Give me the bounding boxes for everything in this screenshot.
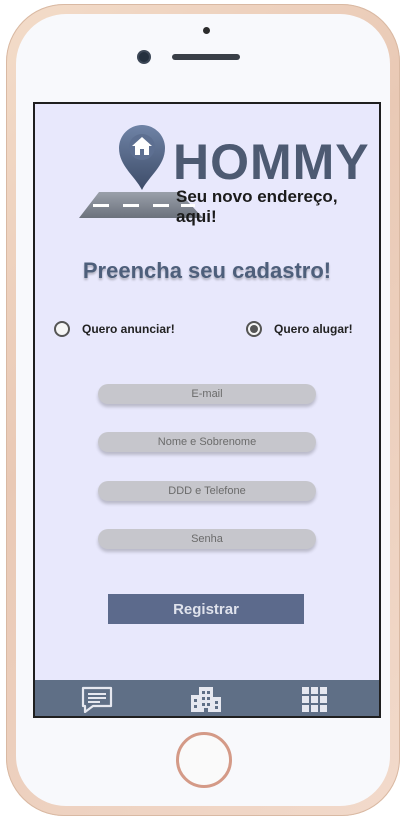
- bottom-nav-bar: [35, 680, 379, 716]
- tab-menu[interactable]: [297, 685, 333, 713]
- tab-properties[interactable]: [188, 685, 224, 713]
- radio-dot-icon: [250, 325, 258, 333]
- app-screen: HOMMY Seu novo endereço, aqui! Preencha …: [33, 102, 381, 718]
- front-sensor: [203, 27, 210, 34]
- brand-name: HOMMY: [173, 134, 370, 190]
- radio-selected-icon[interactable]: [246, 321, 262, 337]
- full-name-field[interactable]: [98, 432, 316, 452]
- phone-field[interactable]: [98, 481, 316, 501]
- tab-messages[interactable]: [79, 685, 115, 713]
- building-icon: [191, 687, 221, 712]
- form-title: Preencha seu cadastro!: [82, 258, 332, 283]
- front-camera: [139, 52, 149, 62]
- email-field[interactable]: [98, 384, 316, 404]
- register-button[interactable]: Registrar: [108, 594, 304, 624]
- radio-quero-anunciar[interactable]: Quero anunciar!: [54, 321, 175, 337]
- radio-quero-alugar[interactable]: Quero alugar!: [246, 321, 353, 337]
- radio-label-anunciar: Quero anunciar!: [82, 322, 175, 336]
- grid-icon: [302, 687, 327, 712]
- phone-home-button[interactable]: [176, 732, 232, 788]
- chat-icon: [81, 686, 113, 713]
- radio-unselected-icon[interactable]: [54, 321, 70, 337]
- earpiece-speaker: [172, 54, 240, 60]
- password-field[interactable]: [98, 529, 316, 549]
- brand-tagline: Seu novo endereço, aqui!: [176, 187, 338, 226]
- radio-label-alugar: Quero alugar!: [274, 322, 353, 336]
